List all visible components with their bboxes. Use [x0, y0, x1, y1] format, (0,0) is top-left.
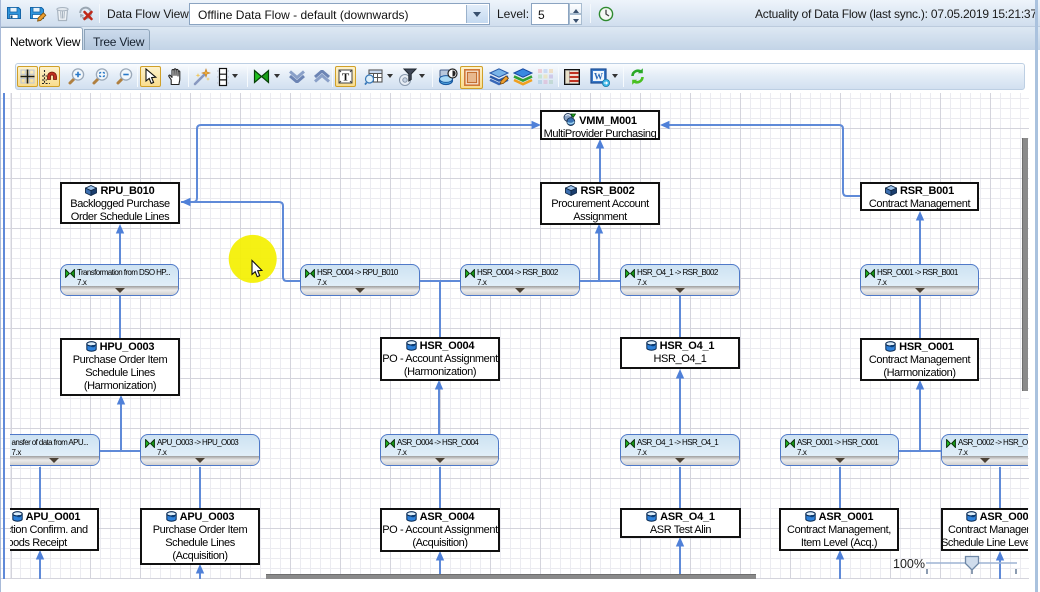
svg-text:T: T — [342, 72, 350, 84]
svg-text:W: W — [594, 72, 603, 82]
